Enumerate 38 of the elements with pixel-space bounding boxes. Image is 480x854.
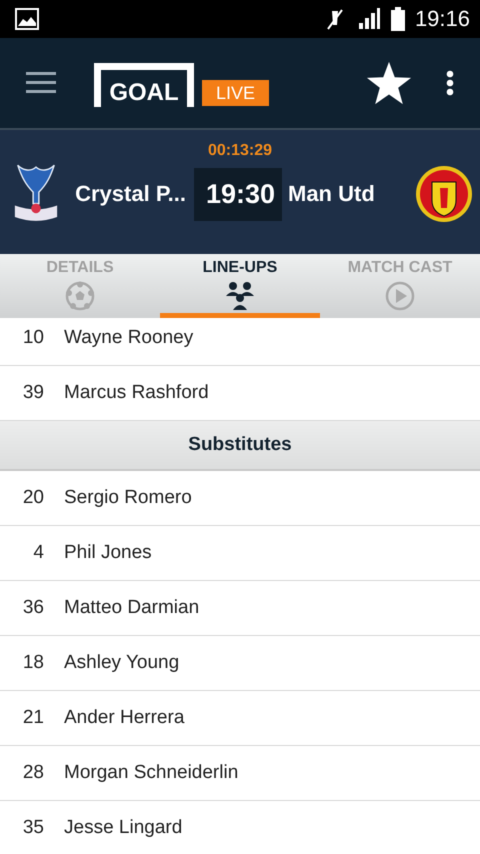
shirt-number: 39 bbox=[22, 382, 44, 404]
shirt-number: 4 bbox=[32, 542, 44, 564]
player-name: Morgan Schneiderlin bbox=[64, 762, 238, 784]
player-name: Sergio Romero bbox=[64, 487, 192, 509]
player-name: Ashley Young bbox=[64, 652, 180, 674]
menu-icon[interactable] bbox=[26, 72, 56, 94]
player-name: Ander Herrera bbox=[64, 707, 184, 729]
tab[interactable]: DETAILS bbox=[0, 254, 160, 318]
shirt-number: 10 bbox=[22, 327, 44, 349]
shirt-number: 21 bbox=[22, 707, 44, 729]
shirt-number: 20 bbox=[22, 487, 44, 509]
live-badge: LIVE bbox=[202, 80, 270, 106]
match-clock: 00:13:29 bbox=[208, 142, 272, 160]
football-icon bbox=[65, 281, 95, 311]
player-name: Matteo Darmian bbox=[64, 597, 200, 619]
status-time: 19:16 bbox=[414, 6, 470, 32]
section-header: Substitutes bbox=[0, 421, 480, 471]
tab[interactable]: MATCH CAST bbox=[320, 254, 480, 318]
play-icon bbox=[385, 281, 415, 311]
shirt-number: 28 bbox=[22, 762, 44, 784]
match-score: 19:30 bbox=[194, 168, 282, 220]
star-icon[interactable] bbox=[366, 60, 412, 106]
shirt-number: 36 bbox=[22, 597, 44, 619]
player-name: Wayne Rooney bbox=[64, 327, 194, 349]
player-name: Marcus Rashford bbox=[64, 382, 209, 404]
home-team: Crystal P... bbox=[74, 181, 187, 207]
shirt-number: 35 bbox=[22, 817, 44, 839]
player-name: Jesse Lingard bbox=[64, 817, 182, 839]
people-icon bbox=[225, 281, 255, 311]
tab[interactable]: LINE-UPS bbox=[160, 254, 320, 318]
signal-icon bbox=[356, 7, 381, 31]
image-icon bbox=[14, 7, 40, 31]
shirt-number: 18 bbox=[22, 652, 44, 674]
player-name: Phil Jones bbox=[64, 542, 152, 564]
goal-logo: GOAL bbox=[94, 63, 194, 107]
battery-icon bbox=[390, 7, 405, 31]
away-team: Man Utd bbox=[287, 181, 376, 207]
more-icon[interactable] bbox=[446, 70, 454, 96]
